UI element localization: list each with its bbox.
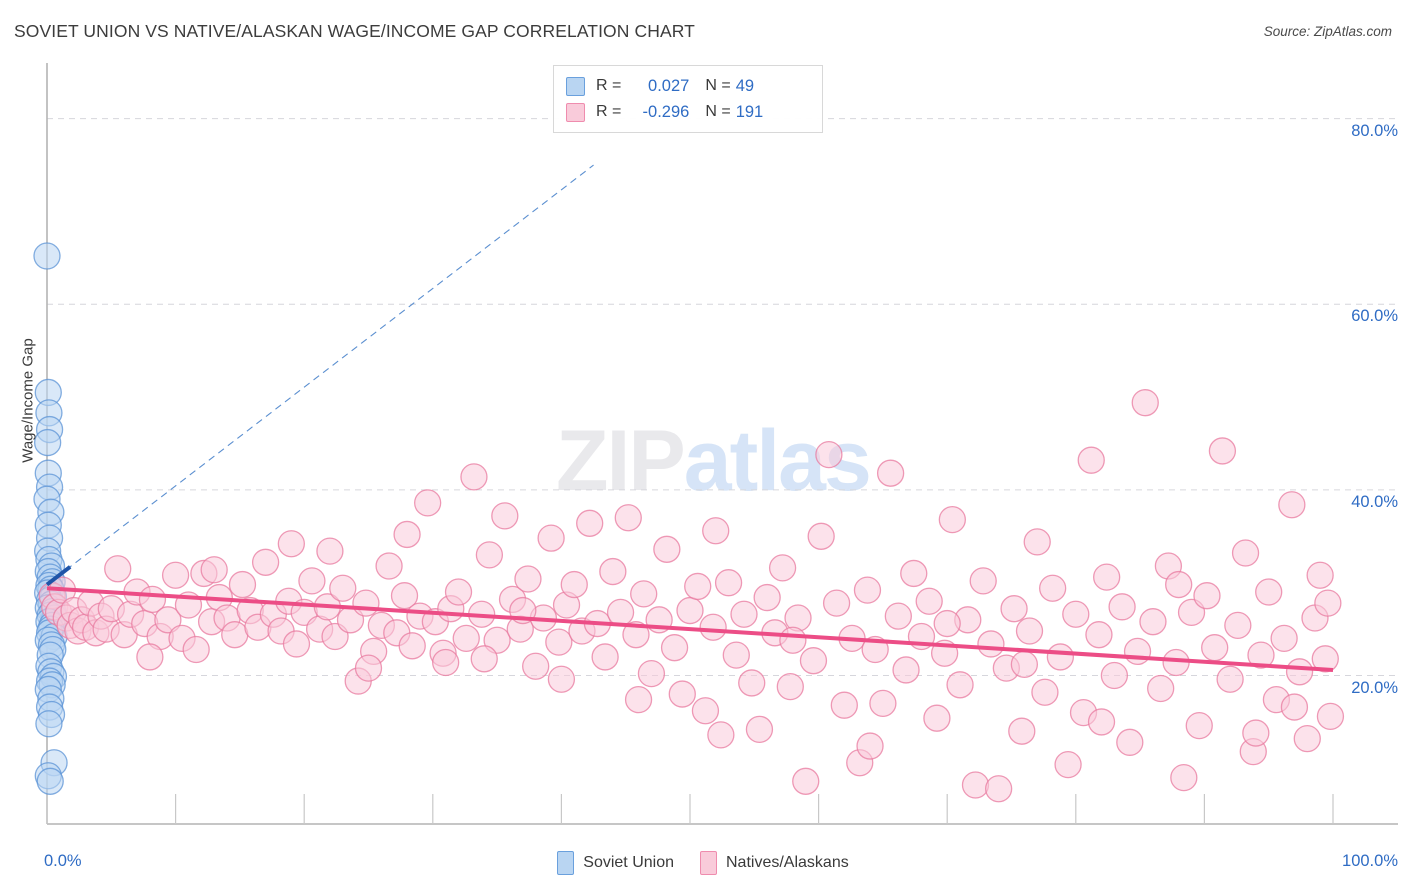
swatch-soviet-union-icon <box>566 76 585 96</box>
r-value-pink: -0.296 <box>642 102 690 121</box>
swatch-natives-alaskans-icon <box>566 102 585 122</box>
source-attribution: Source: ZipAtlas.com <box>1263 24 1392 39</box>
r-label-pink: R = <box>596 103 622 120</box>
watermark-atlas: atlas <box>683 413 872 509</box>
legend-swatch-soviet-union-icon <box>557 851 575 875</box>
n-value-blue: 49 <box>735 76 755 95</box>
y-tick-label-20: 20.0% <box>1351 678 1398 697</box>
n-value-pink: 191 <box>735 102 764 121</box>
legend-item-soviet-union[interactable]: Soviet Union <box>557 851 674 875</box>
legend-item-natives-alaskans[interactable]: Natives/Alaskans <box>700 851 849 875</box>
r-label-blue: R = <box>596 77 622 94</box>
legend-label-soviet-union: Soviet Union <box>583 854 674 871</box>
legend-swatch-natives-alaskans-icon <box>700 851 717 875</box>
watermark: ZIPatlas <box>556 412 872 511</box>
correlation-row-soviet-union: R = 0.027 N = 49 <box>566 73 810 99</box>
y-tick-label-60: 60.0% <box>1351 307 1398 326</box>
watermark-zip: ZIP <box>556 413 686 509</box>
legend-label-natives-alaskans: Natives/Alaskans <box>726 854 849 871</box>
y-tick-label-80: 80.0% <box>1351 121 1398 140</box>
y-axis-title: Wage/Income Gap <box>19 338 37 463</box>
y-tick-label-40: 40.0% <box>1351 492 1398 511</box>
correlation-row-natives-alaskans: R = -0.296 N = 191 <box>566 99 810 125</box>
series-legend: Soviet Union Natives/Alaskans <box>0 851 1406 875</box>
correlation-legend: R = 0.027 N = 49 R = -0.296 N = 191 <box>553 65 823 133</box>
scatter-plot-canvas <box>0 0 1406 892</box>
r-value-blue: 0.027 <box>648 76 690 95</box>
n-label-blue: N = <box>705 77 731 94</box>
page-title: SOVIET UNION VS NATIVE/ALASKAN WAGE/INCO… <box>14 21 695 41</box>
chart-page: SOVIET UNION VS NATIVE/ALASKAN WAGE/INCO… <box>0 0 1406 892</box>
n-label-pink: N = <box>705 103 731 120</box>
